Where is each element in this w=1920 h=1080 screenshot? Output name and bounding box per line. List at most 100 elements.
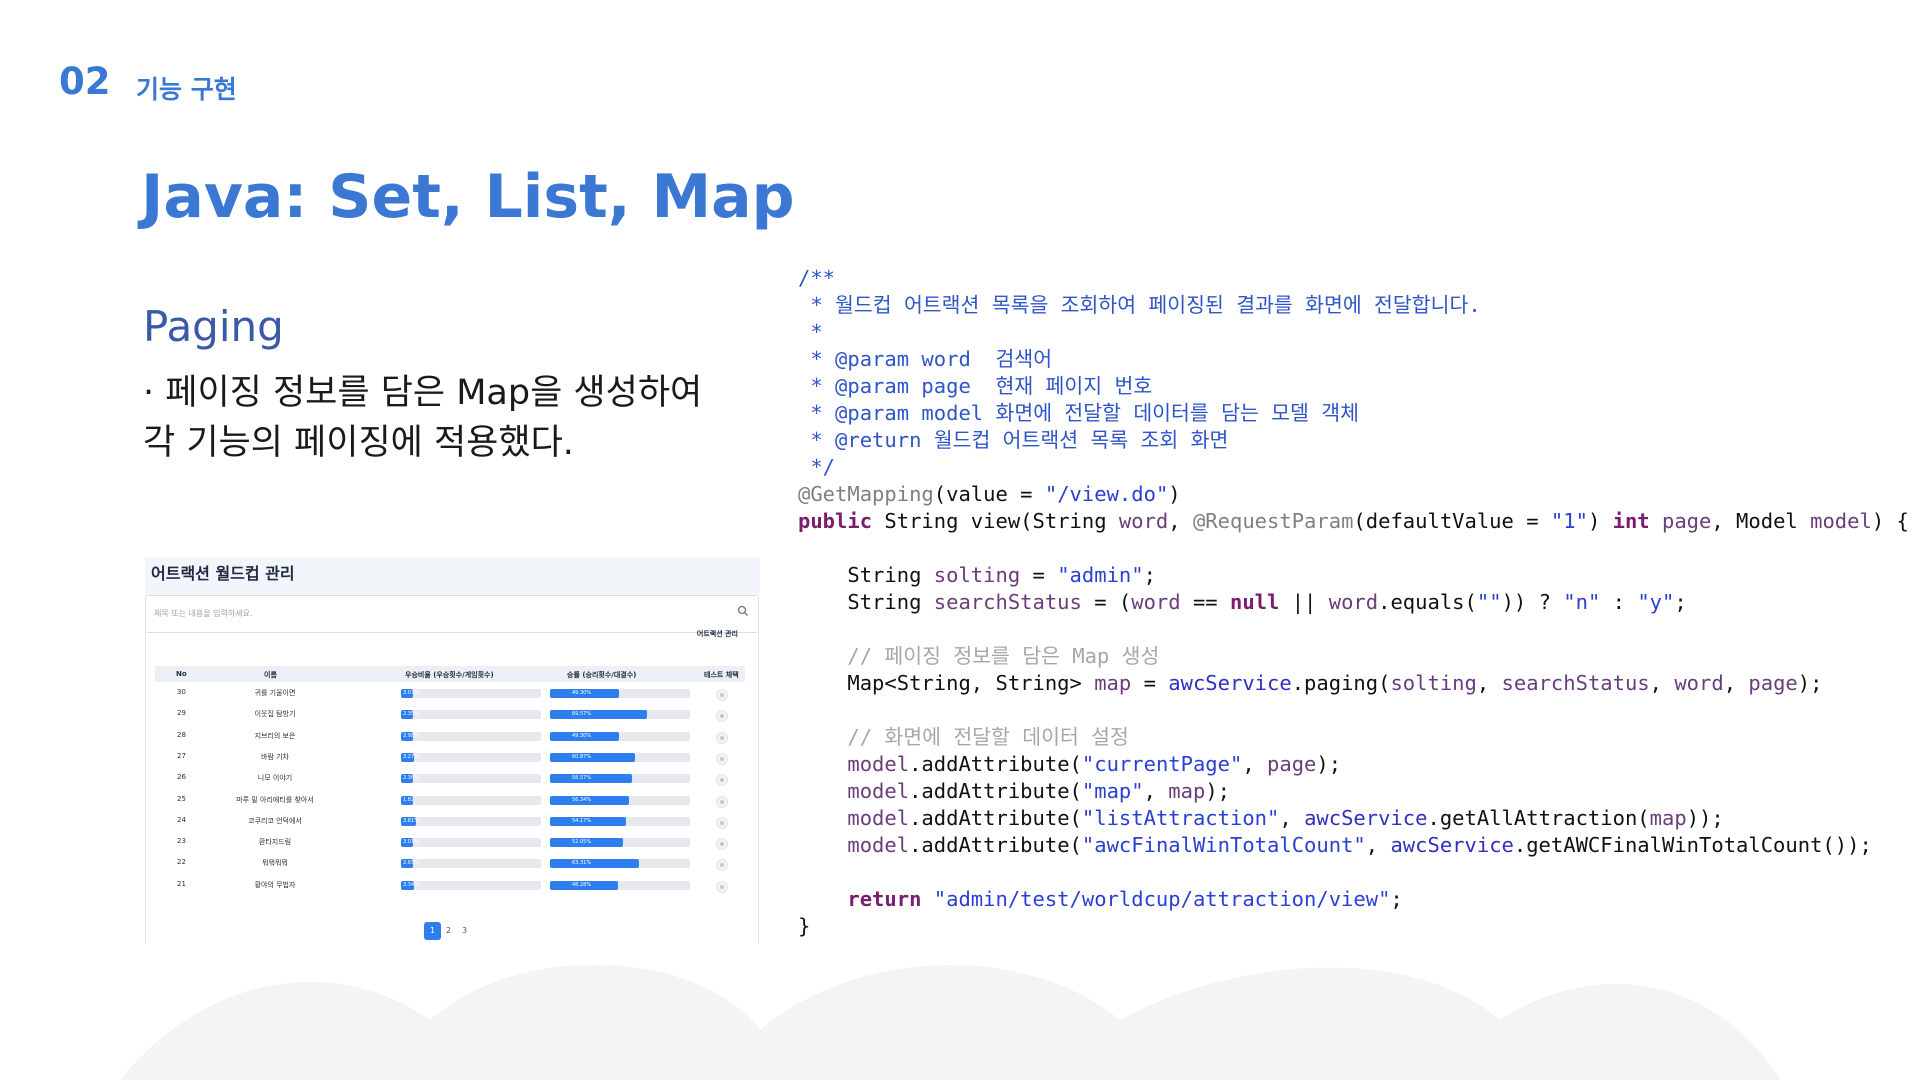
code-token: ,	[1649, 671, 1675, 695]
code-token: .addAttribute(	[909, 779, 1082, 803]
code-token: }	[798, 914, 811, 938]
code-token: , Model	[1711, 509, 1811, 533]
code-line: @GetMapping(value = "/view.do")	[798, 481, 1909, 508]
code-line: * @param word 검색어	[798, 346, 1909, 373]
description-line-2: 각 기능의 페이징에 적용했다.	[143, 423, 574, 463]
win-ratio-fill: 3.34%	[401, 880, 419, 890]
code-line: /**	[798, 265, 1909, 292]
code-token: =	[1020, 563, 1058, 587]
code-token: "map"	[1081, 779, 1144, 803]
column-no: No	[176, 670, 187, 678]
win-rate-bar: 54.17%	[550, 816, 690, 826]
win-ratio-fill: 3.01%	[401, 838, 419, 848]
win-ratio-fill: 2.35%	[401, 710, 419, 720]
code-token: ,	[1365, 833, 1391, 857]
code-token: .equals(	[1378, 590, 1477, 614]
win-ratio-label: 3.07%	[403, 690, 419, 696]
background-waves	[120, 964, 1780, 1080]
win-ratio-bar: 2.65%	[401, 859, 541, 869]
code-token: "currentPage"	[1081, 752, 1243, 776]
code-token: "awcFinalWinTotalCount"	[1081, 833, 1366, 857]
description: · 페이징 정보를 담은 Map을 생성하여 각 기능의 페이징에 적용했다.	[143, 368, 763, 468]
code-token: :	[1600, 590, 1638, 614]
column-win-ratio: 우승비율 (우승횟수/게임횟수)	[405, 671, 494, 679]
win-rate-label: 52.05%	[572, 839, 592, 846]
code-token: "n"	[1563, 590, 1601, 614]
code-token: * @param word 검색어	[798, 347, 1053, 371]
code-token: ;	[1674, 590, 1687, 614]
code-token: solting	[933, 563, 1021, 587]
search-input[interactable]: 제목 또는 내용을 입력하세요.	[145, 595, 759, 633]
test-select-radio[interactable]	[716, 710, 728, 723]
code-token: ||	[1279, 590, 1329, 614]
page-button-1[interactable]: 1	[424, 922, 441, 940]
win-ratio-bar: 2.36%	[401, 774, 541, 784]
test-select-radio[interactable]	[716, 880, 728, 893]
win-rate-fill: 52.05%	[550, 838, 623, 848]
code-token: return	[798, 887, 922, 911]
code-token: word	[1118, 509, 1169, 533]
win-rate-label: 58.57%	[572, 775, 592, 782]
win-rate-bar: 48.28%	[550, 880, 690, 890]
code-token: @RequestParam	[1192, 509, 1354, 533]
test-select-radio[interactable]	[716, 752, 728, 765]
win-rate-fill: 58.57%	[550, 774, 632, 784]
code-token: (defaultValue =	[1353, 509, 1551, 533]
win-rate-label: 69.57%	[572, 711, 592, 718]
code-token: * 월드컵 어트랙션 목록을 조회하여 페이징된 결과를 화면에 전달합니다.	[798, 293, 1481, 317]
code-token: ""	[1476, 590, 1502, 614]
win-rate-label: 54.17%	[572, 817, 592, 824]
code-token: ,	[1143, 779, 1169, 803]
code-token: "admin"	[1057, 563, 1144, 587]
win-rate-bar: 56.34%	[550, 795, 690, 805]
test-select-radio[interactable]	[716, 859, 728, 872]
manage-attraction-link[interactable]: 어트랙션 관리	[697, 629, 738, 639]
code-line: * @param page 현재 페이지 번호	[798, 373, 1909, 400]
win-ratio-fill: 1.82	[401, 795, 414, 805]
test-select-radio[interactable]	[716, 838, 728, 851]
test-select-radio[interactable]	[716, 816, 728, 829]
test-select-radio[interactable]	[716, 731, 728, 744]
code-token: word	[1131, 590, 1181, 614]
code-line: String solting = "admin";	[798, 562, 1909, 589]
win-rate-fill: 48.28%	[550, 880, 618, 890]
code-token: model	[1810, 509, 1872, 533]
code-token: page	[1748, 671, 1798, 695]
code-token: * @param page 현재 페이지 번호	[798, 374, 1153, 398]
column-test-select: 테스트 채택	[704, 671, 739, 679]
cell-no: 29	[177, 709, 186, 718]
page-button-3[interactable]: 3	[456, 922, 473, 940]
test-select-radio[interactable]	[716, 774, 728, 787]
table-row: 29 이웃집 탐방기 2.35% 69.57%	[155, 704, 745, 725]
search-icon[interactable]	[736, 604, 750, 618]
code-token: word	[1328, 590, 1379, 614]
code-token: ;	[1143, 563, 1156, 587]
table-row: 26 니모 이야기 2.36% 58.57%	[155, 768, 745, 789]
win-ratio-label: 3.01%	[403, 839, 419, 846]
win-ratio-label: 2.36%	[403, 775, 419, 782]
code-token: map	[1168, 779, 1206, 803]
win-rate-fill: 60.87%	[550, 752, 636, 762]
code-line: // 화면에 전달할 데이터 설정	[798, 724, 1909, 751]
win-ratio-fill: 3.81%	[401, 816, 419, 826]
test-select-radio[interactable]	[716, 689, 728, 701]
win-rate-fill: 54.17%	[550, 816, 626, 826]
table-row: 25 마루 밑 아리에티를 찾아서 1.82 56.34%	[155, 790, 745, 811]
win-rate-fill: 56.34%	[550, 795, 629, 805]
cell-no: 24	[177, 815, 186, 824]
table-row: 30 귀를 기울이면 3.07% 49.30%	[155, 683, 745, 704]
table-row: 27 바람 기차 3.27% 60.87%	[155, 747, 745, 768]
code-line: * @return 월드컵 어트랙션 목록 조회 화면	[798, 427, 1909, 454]
subtitle: Paging	[143, 302, 284, 351]
win-rate-label: 48.28%	[572, 881, 592, 888]
code-token: )) ?	[1501, 590, 1564, 614]
test-select-radio[interactable]	[716, 795, 728, 808]
code-token: String	[798, 563, 934, 587]
win-rate-fill: 63.31%	[550, 859, 639, 869]
page-button-2[interactable]: 2	[440, 922, 457, 940]
code-line: String searchStatus = (word == null || w…	[798, 589, 1909, 616]
code-token: int	[1612, 509, 1650, 533]
win-ratio-fill: 2.98%	[401, 731, 419, 741]
